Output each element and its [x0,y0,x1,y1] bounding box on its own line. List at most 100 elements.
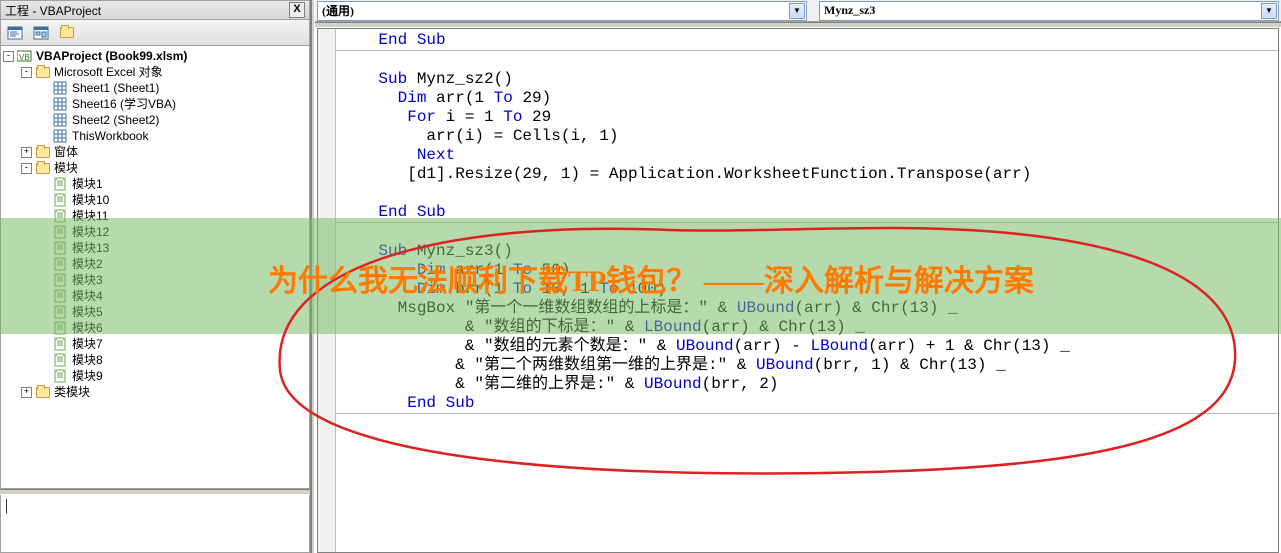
tree-item-module[interactable]: 模块12 [39,224,309,240]
module-icon [53,193,69,207]
toggle-folders-button[interactable] [55,22,79,44]
code-line: For i = 1 To 29 [340,108,551,126]
code-pane: (通用) ▼ Mynz_sz3 ▼ End Sub Sub Mynz_sz2()… [315,0,1281,553]
tree-item-module[interactable]: 模块13 [39,240,309,256]
tree-item-label: 模块5 [72,304,103,320]
view-code-button[interactable] [3,22,27,44]
collapse-icon[interactable]: - [3,51,14,62]
code-line: End Sub [340,394,474,412]
tree-item-module[interactable]: 模块8 [39,352,309,368]
module-icon [53,257,69,271]
module-icon [53,289,69,303]
object-dropdown[interactable]: (通用) ▼ [317,1,807,21]
tree-item-label: Sheet2 (Sheet2) [72,112,159,128]
tree-item-label: 模块10 [72,192,109,208]
tree-item-label: 模块3 [72,272,103,288]
tree-item-label: 模块 [54,160,78,176]
tree-item-label: 模块9 [72,368,103,384]
code-line: Sub Mynz_sz3() [340,242,513,260]
expand-icon[interactable]: + [21,147,32,158]
code-line: & "数组的元素个数是：" & UBound(arr) - LBound(arr… [340,337,1070,355]
project-explorer-titlebar: 工程 - VBAProject X [0,0,310,20]
workbook-icon [53,129,69,143]
tree-item-label: ThisWorkbook [72,128,148,144]
module-icon [53,337,69,351]
module-icon [53,321,69,335]
tree-item-sheet[interactable]: Sheet2 (Sheet2) [39,112,309,128]
tree-item-label: 模块1 [72,176,103,192]
tree-item-module[interactable]: 模块6 [39,320,309,336]
module-icon [53,225,69,239]
tree-item-module[interactable]: 模块5 [39,304,309,320]
close-icon[interactable]: X [289,2,305,18]
tree-folder-excel-objects[interactable]: - Microsoft Excel 对象 [21,64,309,80]
cursor-indicator: | [5,497,8,514]
code-line: Next [340,146,455,164]
tree-item-label: Sheet1 (Sheet1) [72,80,159,96]
code-line: & "第二个两维数组第一维的上界是:" & UBound(brr, 1) & C… [340,356,1006,374]
code-line: Dim arr(1 To 50) [340,261,570,279]
tree-folder-class-modules[interactable]: + 类模块 [21,384,309,400]
folder-icon [35,145,51,159]
code-line: & "第二维的上界是:" & UBound(brr, 2) [340,375,778,393]
tree-item-sheet[interactable]: Sheet16 (学习VBA) [39,96,309,112]
tree-item-module[interactable]: 模块9 [39,368,309,384]
code-line: Dim brr(1 To 10, 1 To 100) [340,280,666,298]
procedure-dropdown[interactable]: Mynz_sz3 ▼ [819,1,1279,21]
tree-item-label: VBAProject (Book99.xlsm) [36,48,187,64]
tree-item-sheet[interactable]: ThisWorkbook [39,128,309,144]
tree-item-module[interactable]: 模块11 [39,208,309,224]
tree-item-label: 类模块 [54,384,90,400]
folder-icon [35,385,51,399]
tree-item-sheet[interactable]: Sheet1 (Sheet1) [39,80,309,96]
project-explorer-toolbar [0,20,310,46]
properties-placeholder: | [0,495,310,553]
procedure-dropdown-value: Mynz_sz3 [824,3,875,18]
project-tree[interactable]: - VB VBAProject (Book99.xlsm) - Microsof… [0,46,310,489]
chevron-down-icon[interactable]: ▼ [1261,3,1277,19]
code-margin [318,29,336,552]
tree-item-label: 模块11 [72,208,108,224]
project-explorer-title: 工程 - VBAProject [5,2,289,19]
tree-item-module[interactable]: 模块1 [39,176,309,192]
code-editor[interactable]: End Sub Sub Mynz_sz2() Dim arr(1 To 29) … [317,28,1279,553]
code-line: End Sub [340,203,446,221]
folder-icon [35,161,51,175]
code-line: Sub Mynz_sz2() [340,70,513,88]
tree-item-label: 模块13 [72,240,109,256]
code-line: [d1].Resize(29, 1) = Application.Workshe… [340,165,1031,183]
svg-text:VB: VB [19,53,30,62]
view-object-button[interactable] [29,22,53,44]
project-explorer-pane: 工程 - VBAProject X - VB VBAProject (Book9… [0,0,311,553]
tree-item-label: Sheet16 (学习VBA) [72,96,176,112]
tree-item-label: 窗体 [54,144,78,160]
code-line: Dim arr(1 To 29) [340,89,551,107]
tree-item-module[interactable]: 模块7 [39,336,309,352]
tree-item-module[interactable]: 模块4 [39,288,309,304]
tree-item-module[interactable]: 模块2 [39,256,309,272]
sheet-icon [53,97,69,111]
tree-item-label: 模块8 [72,352,103,368]
code-text[interactable]: End Sub Sub Mynz_sz2() Dim arr(1 To 29) … [336,29,1278,552]
tree-item-label: 模块4 [72,288,103,304]
collapse-icon[interactable]: - [21,163,32,174]
code-line: & "数组的下标是：" & LBound(arr) & Chr(13) _ [340,318,865,336]
module-icon [53,369,69,383]
collapse-icon[interactable]: - [21,67,32,78]
chevron-down-icon[interactable]: ▼ [789,3,805,19]
code-line: End Sub [340,31,446,49]
vba-project-icon: VB [17,49,33,63]
tree-folder-forms[interactable]: + 窗体 [21,144,309,160]
code-line: MsgBox "第一个一维数组数组的上标是：" & UBound(arr) & … [340,299,958,317]
tree-root[interactable]: - VB VBAProject (Book99.xlsm) [3,48,309,64]
tree-item-module[interactable]: 模块10 [39,192,309,208]
expand-icon[interactable]: + [21,387,32,398]
tree-folder-modules[interactable]: - 模块 [21,160,309,176]
tree-item-module[interactable]: 模块3 [39,272,309,288]
module-icon [53,273,69,287]
module-icon [53,353,69,367]
code-line: arr(i) = Cells(i, 1) [340,127,618,145]
sheet-icon [53,113,69,127]
tree-item-label: 模块7 [72,336,103,352]
module-icon [53,209,69,223]
